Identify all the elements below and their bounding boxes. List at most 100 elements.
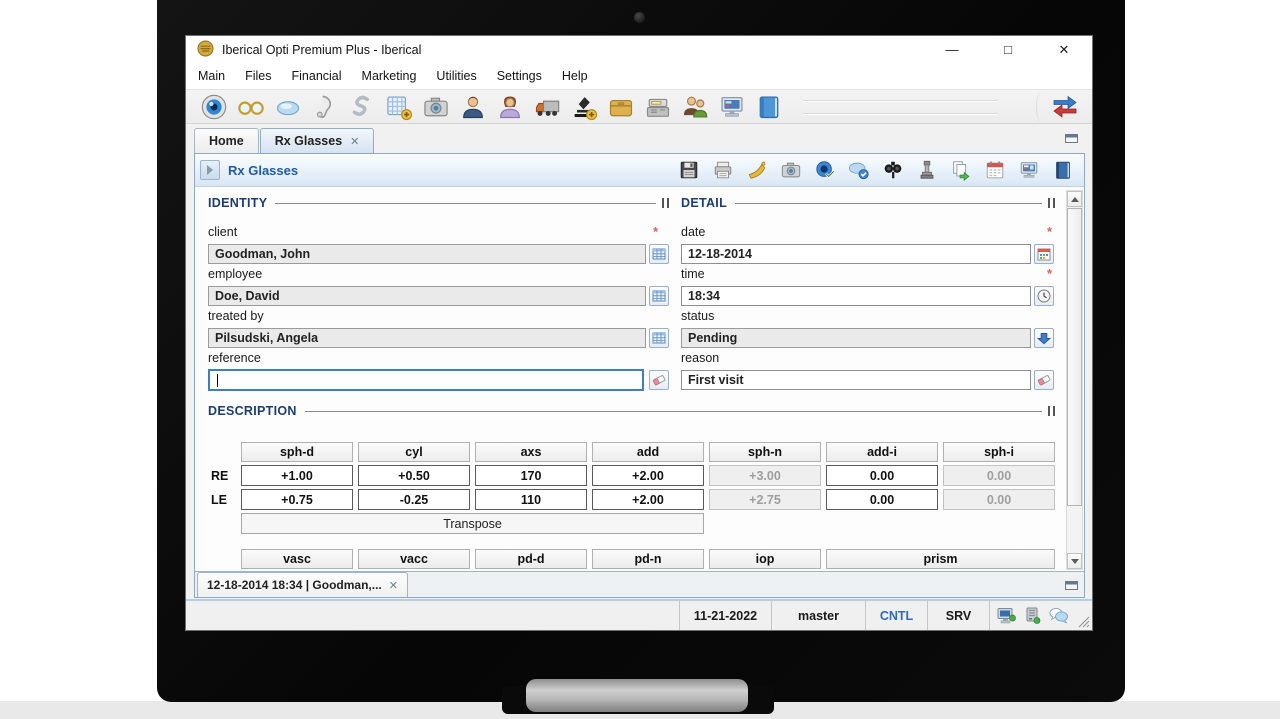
- cell-le-sph-d[interactable]: +0.75: [241, 489, 353, 510]
- menu-help[interactable]: Help: [562, 69, 588, 83]
- lensmeter-icon[interactable]: [916, 159, 938, 181]
- time-picker-button[interactable]: [1034, 286, 1054, 306]
- cell-le-sph-i: 0.00: [943, 489, 1055, 510]
- cell-re-add-i[interactable]: 0.00: [826, 465, 938, 486]
- catalog-book-icon[interactable]: [755, 93, 783, 121]
- section-grip-icon[interactable]: [662, 198, 669, 208]
- resize-grip-icon[interactable]: [1076, 601, 1092, 630]
- close-button[interactable]: ✕: [1036, 36, 1092, 63]
- client-group-icon[interactable]: [681, 93, 709, 121]
- date-picker-button[interactable]: [1034, 244, 1054, 264]
- reference-label: reference: [208, 351, 261, 365]
- client-field[interactable]: Goodman, John: [208, 244, 646, 264]
- section-grip-icon[interactable]: [1048, 406, 1055, 416]
- pos-terminal-icon[interactable]: [718, 93, 746, 121]
- view-minimize-icon[interactable]: [1065, 133, 1078, 143]
- menu-settings[interactable]: Settings: [497, 69, 542, 83]
- planner-add-icon[interactable]: [385, 93, 413, 121]
- time-field[interactable]: 18:34: [681, 286, 1031, 306]
- camera-icon[interactable]: [422, 93, 450, 121]
- employee-lookup-button[interactable]: [649, 286, 669, 306]
- status-srv[interactable]: SRV: [928, 601, 990, 630]
- client-male-icon[interactable]: [459, 93, 487, 121]
- reference-field[interactable]: [208, 369, 644, 391]
- book-icon[interactable]: [1052, 159, 1074, 181]
- cell-re-sph-i: 0.00: [943, 465, 1055, 486]
- workstation-icon[interactable]: [1018, 159, 1040, 181]
- minimize-button[interactable]: —: [924, 36, 980, 63]
- detail-title: DETAIL: [681, 196, 727, 210]
- print-icon[interactable]: [712, 159, 734, 181]
- hearing-aid-icon[interactable]: [311, 93, 339, 121]
- calendar-icon[interactable]: [984, 159, 1006, 181]
- reason-field[interactable]: First visit: [681, 370, 1031, 390]
- cell-re-axs[interactable]: 170: [475, 465, 587, 486]
- vertical-scrollbar[interactable]: [1066, 190, 1083, 570]
- chevron-right-icon: [207, 165, 213, 175]
- reference-clear-button[interactable]: [649, 370, 669, 390]
- menu-files[interactable]: Files: [245, 69, 271, 83]
- reason-clear-button[interactable]: [1034, 370, 1054, 390]
- server-status-icon[interactable]: [1022, 606, 1044, 626]
- maximize-button[interactable]: □: [980, 36, 1036, 63]
- transpose-button[interactable]: Transpose: [241, 513, 704, 534]
- row-label-le: LE: [211, 493, 227, 507]
- menu-main[interactable]: Main: [198, 69, 225, 83]
- editor-tabs: Home Rx Glasses ✕: [194, 127, 375, 153]
- cell-le-axs[interactable]: 110: [475, 489, 587, 510]
- cell-re-add[interactable]: +2.00: [592, 465, 704, 486]
- record-tab-bar: 12-18-2014 18:34 | Goodman,... ✕: [195, 571, 1084, 597]
- tab-rx-glasses[interactable]: Rx Glasses ✕: [260, 128, 375, 153]
- scroll-down-button[interactable]: [1067, 553, 1082, 569]
- status-field[interactable]: Pending: [681, 328, 1031, 348]
- panel-chevron-button[interactable]: [200, 160, 220, 180]
- cell-le-add[interactable]: +2.00: [592, 489, 704, 510]
- glasses-icon[interactable]: [237, 93, 265, 121]
- client-female-icon[interactable]: [496, 93, 524, 121]
- eye-check-icon[interactable]: [814, 159, 836, 181]
- section-grip-icon[interactable]: [1048, 198, 1055, 208]
- menu-financial[interactable]: Financial: [292, 69, 342, 83]
- record-tab[interactable]: 12-18-2014 18:34 | Goodman,... ✕: [197, 572, 408, 597]
- eye-icon[interactable]: [200, 93, 228, 121]
- status-cntl[interactable]: CNTL: [866, 601, 928, 630]
- phoropter-icon[interactable]: [882, 159, 904, 181]
- date-field[interactable]: 12-18-2014: [681, 244, 1031, 264]
- lens-check-icon[interactable]: [848, 159, 870, 181]
- scroll-up-button[interactable]: [1067, 191, 1082, 207]
- description-section-header: DESCRIPTION: [208, 404, 1055, 418]
- cash-register-icon[interactable]: [644, 93, 672, 121]
- sync-arrows-icon[interactable]: [1050, 94, 1080, 120]
- record-tab-close-icon[interactable]: ✕: [389, 579, 398, 592]
- employee-field[interactable]: Doe, David: [208, 286, 646, 306]
- measure-table-header-row: vasc vacc pd-d pd-n iop prism: [241, 549, 1055, 569]
- lab-add-icon[interactable]: [570, 93, 598, 121]
- contact-lens-icon[interactable]: [274, 93, 302, 121]
- arrow-up-icon: [1071, 197, 1079, 202]
- supplier-truck-icon[interactable]: [533, 93, 561, 121]
- drawer-icon[interactable]: [607, 93, 635, 121]
- client-lookup-button[interactable]: [649, 244, 669, 264]
- copy-icon[interactable]: [950, 159, 972, 181]
- save-icon[interactable]: [678, 159, 700, 181]
- record-bar-minimize-icon[interactable]: [1065, 579, 1078, 593]
- menu-utilities[interactable]: Utilities: [436, 69, 476, 83]
- scrollbar-thumb[interactable]: [1067, 208, 1082, 506]
- cell-le-add-i[interactable]: 0.00: [826, 489, 938, 510]
- cell-le-cyl[interactable]: -0.25: [358, 489, 470, 510]
- col-sph-d: sph-d: [241, 442, 353, 462]
- status-dropdown-button[interactable]: [1034, 328, 1054, 348]
- tab-close-icon[interactable]: ✕: [350, 135, 359, 148]
- camera-icon[interactable]: [780, 159, 802, 181]
- link-icon[interactable]: [348, 93, 376, 121]
- horn-icon[interactable]: [746, 159, 768, 181]
- cell-re-cyl[interactable]: +0.50: [358, 465, 470, 486]
- treated-by-lookup-button[interactable]: [649, 328, 669, 348]
- chat-status-icon[interactable]: [1048, 606, 1070, 626]
- treated-by-field[interactable]: Pilsudski, Angela: [208, 328, 646, 348]
- terminal-status-icon[interactable]: [996, 606, 1018, 626]
- identity-title: IDENTITY: [208, 196, 267, 210]
- cell-re-sph-d[interactable]: +1.00: [241, 465, 353, 486]
- menu-marketing[interactable]: Marketing: [362, 69, 417, 83]
- tab-home[interactable]: Home: [194, 128, 259, 153]
